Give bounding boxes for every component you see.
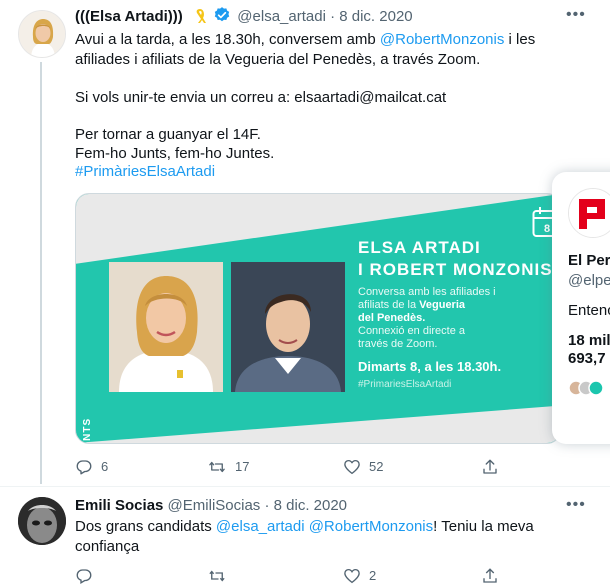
tweet-divider	[0, 486, 610, 487]
retweet-icon	[209, 570, 225, 582]
following-count[interactable]: 18 mil	[568, 332, 610, 349]
retweet-icon	[209, 461, 225, 473]
tweet-date[interactable]: 8 dic. 2020	[274, 497, 347, 514]
media-image-card[interactable]: PRIMÀRIES JUNTS ELSA ARTADI	[75, 193, 561, 444]
dot-separator: ·	[330, 8, 336, 25]
like-count: 2	[369, 568, 377, 583]
hashtag-link[interactable]: #PrimàriesElsaArtadi	[75, 162, 215, 182]
text-fragment: del Penedès.	[358, 312, 426, 324]
reply-count: 6	[101, 459, 109, 474]
card-subtitle-line: afiliats de la Vegueria	[358, 299, 465, 312]
text-fragment: Vegueria	[419, 299, 466, 311]
yellow-ribbon-icon	[193, 8, 207, 30]
heart-icon	[344, 459, 360, 475]
like-button[interactable]: 2	[343, 566, 376, 586]
card-subtitle-line: del Penedès.	[358, 312, 425, 325]
mention-link[interactable]: @elsa_artadi	[216, 518, 305, 535]
tweet-text-line: Per tornar a guanyar el 14F.	[75, 126, 261, 143]
calendar-day: 8	[544, 223, 550, 235]
display-name[interactable]: Emili Socias	[75, 497, 163, 514]
like-button[interactable]: 52	[343, 457, 383, 477]
share-button[interactable]	[481, 457, 499, 477]
more-options-icon[interactable]: •••	[566, 496, 586, 514]
tweet-text-line: Fem-ho Junts, fem-ho Juntes.	[75, 145, 275, 162]
tweet-header: (((Elsa Artadi))) @elsa_artadi · 8 dic. …	[75, 6, 413, 26]
heart-icon	[344, 568, 360, 584]
profile-name[interactable]: El Per	[568, 252, 610, 269]
reply-icon	[76, 460, 92, 475]
text-fragment: Dos grans candidats	[75, 518, 216, 535]
profile-description: Entenc	[568, 302, 610, 319]
avatar-elsa-artadi[interactable]	[18, 10, 66, 58]
text-fragment: Avui a la tarda, a les 18.30h, conversem…	[75, 31, 380, 48]
like-count: 52	[369, 459, 384, 474]
avatar-emili-socias[interactable]	[18, 497, 66, 545]
share-button[interactable]	[481, 566, 499, 586]
mention-link[interactable]: @RobertMonzonis	[305, 518, 433, 535]
card-hashtag: #PrimariesElsaArtadi	[358, 379, 452, 390]
verified-badge-icon	[213, 6, 231, 30]
handle[interactable]: @EmiliSocias	[168, 497, 261, 514]
share-icon	[483, 568, 497, 583]
card-title-line: I ROBERT MONZONIS	[358, 260, 553, 279]
reply-icon	[76, 569, 92, 584]
text-fragment: afiliats de la	[358, 299, 420, 311]
profile-hover-card[interactable]: El Per @elpe Entenc 18 mil 693,7	[552, 172, 610, 444]
reply-button[interactable]	[75, 566, 93, 586]
share-icon	[483, 459, 497, 474]
tweet-text-line: Avui a la tarda, a les 18.30h, conversem…	[75, 30, 535, 50]
photo-robert-monzonis	[231, 262, 345, 392]
handle[interactable]: @elsa_artadi	[237, 8, 326, 25]
text-fragment: ! Teniu la meva	[433, 518, 534, 535]
card-vertical-label: PRIMÀRIES JUNTS	[82, 418, 93, 443]
retweet-button[interactable]	[207, 566, 227, 586]
followers-count[interactable]: 693,7	[568, 350, 606, 367]
mention-link[interactable]: @RobertMonzonis	[380, 31, 504, 48]
card-subtitle-line: Conversa amb les afiliades i	[358, 286, 496, 298]
profile-handle[interactable]: @elpe	[568, 272, 610, 289]
tweet-text-line: Si vols unir-te envia un correu a: elsaa…	[75, 89, 447, 106]
tweet-text-line: afiliades i afiliats de la Vegueria del …	[75, 51, 481, 68]
card-title-line: ELSA ARTADI	[358, 238, 481, 257]
more-options-icon[interactable]: •••	[566, 6, 586, 24]
card-subtitle-line: través de Zoom.	[358, 338, 438, 350]
display-name[interactable]: (((Elsa Artadi)))	[75, 8, 183, 25]
photo-elsa-artadi	[109, 262, 223, 392]
followed-by-avatars	[568, 378, 608, 403]
tweet-header: Emili Socias @EmiliSocias · 8 dic. 2020	[75, 496, 347, 516]
retweet-count: 17	[235, 459, 250, 474]
text-fragment: i les	[504, 31, 536, 48]
tweet-text-line: Dos grans candidats @elsa_artadi @Robert…	[75, 517, 534, 537]
profile-logo[interactable]	[568, 188, 610, 238]
retweet-button[interactable]: 17	[207, 457, 249, 477]
dot-separator: ·	[264, 497, 270, 514]
tweet-text-line: confiança	[75, 538, 140, 555]
reply-button[interactable]: 6	[75, 457, 108, 477]
tweet-date[interactable]: 8 dic. 2020	[339, 8, 412, 25]
card-subtitle-line: Connexió en directe a	[358, 325, 466, 337]
thread-line	[40, 62, 42, 484]
card-event-date: Dimarts 8, a les 18.30h.	[358, 359, 502, 374]
